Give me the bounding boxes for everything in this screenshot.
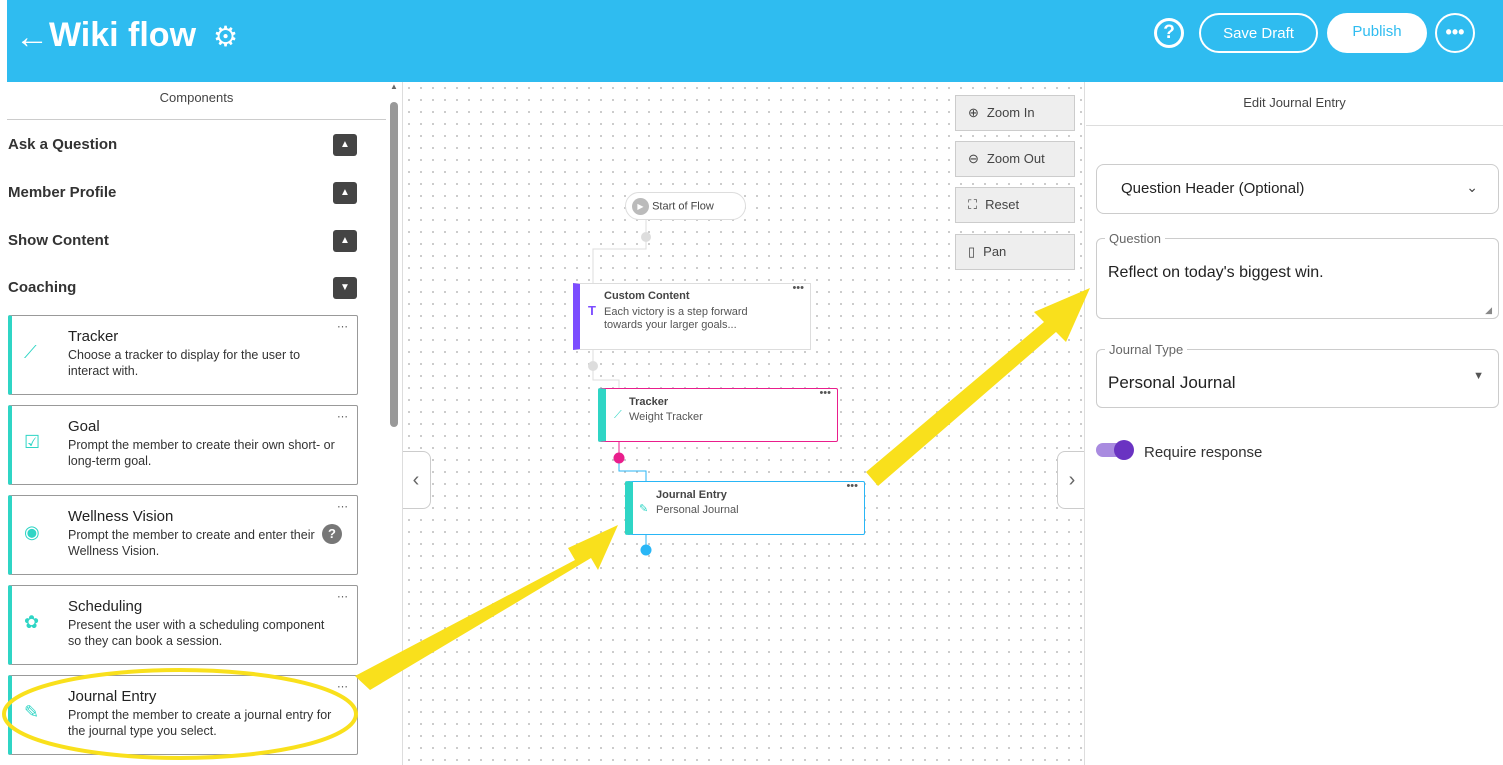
chevron-up-icon[interactable]: ▲ [333, 134, 357, 156]
card-description: Prompt the member to create a journal en… [68, 708, 332, 738]
require-response-label: Require response [1144, 444, 1263, 461]
flow-title: Wiki flow [49, 16, 197, 54]
drag-handle-icon[interactable]: ⋯ [337, 320, 348, 333]
question-value: Reflect on today's biggest win. [1108, 264, 1324, 281]
chevron-up-icon[interactable]: ▲ [333, 182, 357, 204]
node-body: Each victory is a step forward towards y… [604, 306, 748, 331]
question-header-label: Question Header (Optional) [1121, 180, 1305, 197]
chevron-up-icon[interactable]: ▲ [333, 230, 357, 252]
drag-handle-icon[interactable]: ⋯ [337, 500, 348, 513]
journal-type-select[interactable]: Journal Type Personal Journal ▼ [1096, 342, 1499, 408]
palette-icon: ✿ [24, 612, 40, 632]
component-card-journal-entry[interactable]: ✎ Journal Entry Prompt the member to cre… [8, 675, 358, 755]
node-menu-icon[interactable]: ••• [846, 480, 858, 492]
app-header: ← Wiki flow ⚙ ? Save Draft Publish ••• [7, 0, 1503, 82]
card-description: Prompt the member to create and enter th… [68, 528, 315, 558]
trend-icon: ⟋ [614, 409, 622, 421]
scrollbar[interactable]: ▲ [388, 82, 400, 765]
section-show-content[interactable]: Show Content [8, 232, 109, 249]
section-member-profile[interactable]: Member Profile [8, 184, 116, 201]
dropdown-arrow-icon: ▼ [1473, 370, 1484, 382]
question-label: Question [1105, 231, 1166, 246]
components-title: Components [7, 82, 386, 120]
edit-panel-title: Edit Journal Entry [1086, 82, 1503, 126]
collapse-right-panel-button[interactable]: › [1057, 451, 1084, 509]
help-icon[interactable]: ? [1154, 18, 1184, 48]
drag-handle-icon[interactable]: ⋯ [337, 410, 348, 423]
section-coaching[interactable]: Coaching [8, 279, 76, 296]
gear-icon[interactable]: ⚙ [213, 20, 238, 53]
drag-handle-icon[interactable]: ⋯ [337, 680, 348, 693]
back-arrow-icon[interactable]: ← [15, 18, 49, 57]
card-title: Tracker [68, 328, 119, 345]
checklist-icon: ☑ [24, 432, 41, 452]
drag-handle-icon[interactable]: ⋯ [337, 590, 348, 603]
chevron-down-icon[interactable]: ▼ [333, 277, 357, 299]
toggle-knob [1114, 440, 1134, 460]
component-card-wellness-vision[interactable]: ◉ Wellness Vision Prompt the member to c… [8, 495, 358, 575]
node-menu-icon[interactable]: ••• [792, 282, 804, 294]
node-body: Weight Tracker [629, 411, 703, 423]
trend-icon: ⟋ [24, 342, 37, 362]
section-ask-a-question[interactable]: Ask a Question [8, 136, 117, 153]
more-options-button[interactable]: ••• [1435, 13, 1475, 53]
flow-canvas[interactable]: ⊕ Zoom In ⊖ Zoom Out ⛶ Reset ▯ Pan ▶ Start o… [402, 82, 1085, 765]
node-body: Personal Journal [656, 504, 739, 516]
card-description: Prompt the member to create their own sh… [68, 438, 335, 468]
node-title: Journal Entry [656, 489, 727, 501]
journal-type-value: Personal Journal [1108, 373, 1236, 392]
card-description: Choose a tracker to display for the user… [68, 348, 301, 378]
node-menu-icon[interactable]: ••• [819, 387, 831, 399]
component-card-scheduling[interactable]: ✿ Scheduling Present the user with a sch… [8, 585, 358, 665]
scroll-up-icon[interactable]: ▲ [388, 82, 400, 91]
component-card-goal[interactable]: ☑ Goal Prompt the member to create their… [8, 405, 358, 485]
resize-handle-icon[interactable]: ◢ [1485, 305, 1492, 316]
card-title: Journal Entry [68, 688, 157, 705]
publish-button[interactable]: Publish [1327, 13, 1427, 53]
component-card-tracker[interactable]: ⟋ Tracker Choose a tracker to display fo… [8, 315, 358, 395]
edit-panel: Edit Journal Entry Question Header (Opti… [1086, 82, 1503, 765]
journal-icon: ✎ [639, 503, 649, 515]
journal-icon: ✎ [24, 702, 40, 722]
chevron-down-icon: ⌄ [1466, 179, 1478, 195]
save-draft-button[interactable]: Save Draft [1199, 13, 1318, 53]
start-of-flow-node[interactable]: ▶ Start of Flow [625, 192, 746, 220]
card-title: Scheduling [68, 598, 143, 615]
card-title: Goal [68, 418, 100, 435]
card-title: Wellness Vision [68, 508, 174, 525]
eye-icon: ◉ [24, 522, 40, 542]
require-response-toggle[interactable] [1096, 440, 1134, 460]
start-label: Start of Flow [652, 200, 714, 213]
help-icon[interactable]: ? [322, 524, 342, 544]
node-title: Custom Content [604, 290, 690, 302]
play-icon: ▶ [632, 198, 649, 215]
flow-node-tracker[interactable]: Tracker ⟋ Weight Tracker ••• [598, 387, 838, 442]
journal-type-label: Journal Type [1105, 342, 1188, 357]
flow-node-journal-entry[interactable]: Journal Entry ✎ Personal Journal ••• [625, 480, 865, 535]
card-description: Present the user with a scheduling compo… [68, 618, 325, 648]
question-header-dropdown[interactable]: Question Header (Optional) ⌄ [1096, 164, 1499, 214]
question-textarea[interactable]: Question Reflect on today's biggest win.… [1096, 231, 1499, 319]
components-panel: Components Ask a Question ▲ Member Profi… [7, 82, 401, 765]
collapse-left-panel-button[interactable]: ‹ [403, 451, 431, 509]
scrollbar-thumb[interactable] [390, 102, 398, 427]
node-title: Tracker [629, 396, 669, 408]
text-icon: T [588, 303, 596, 318]
flow-node-custom-content[interactable]: Custom Content T Each victory is a step … [573, 282, 811, 350]
